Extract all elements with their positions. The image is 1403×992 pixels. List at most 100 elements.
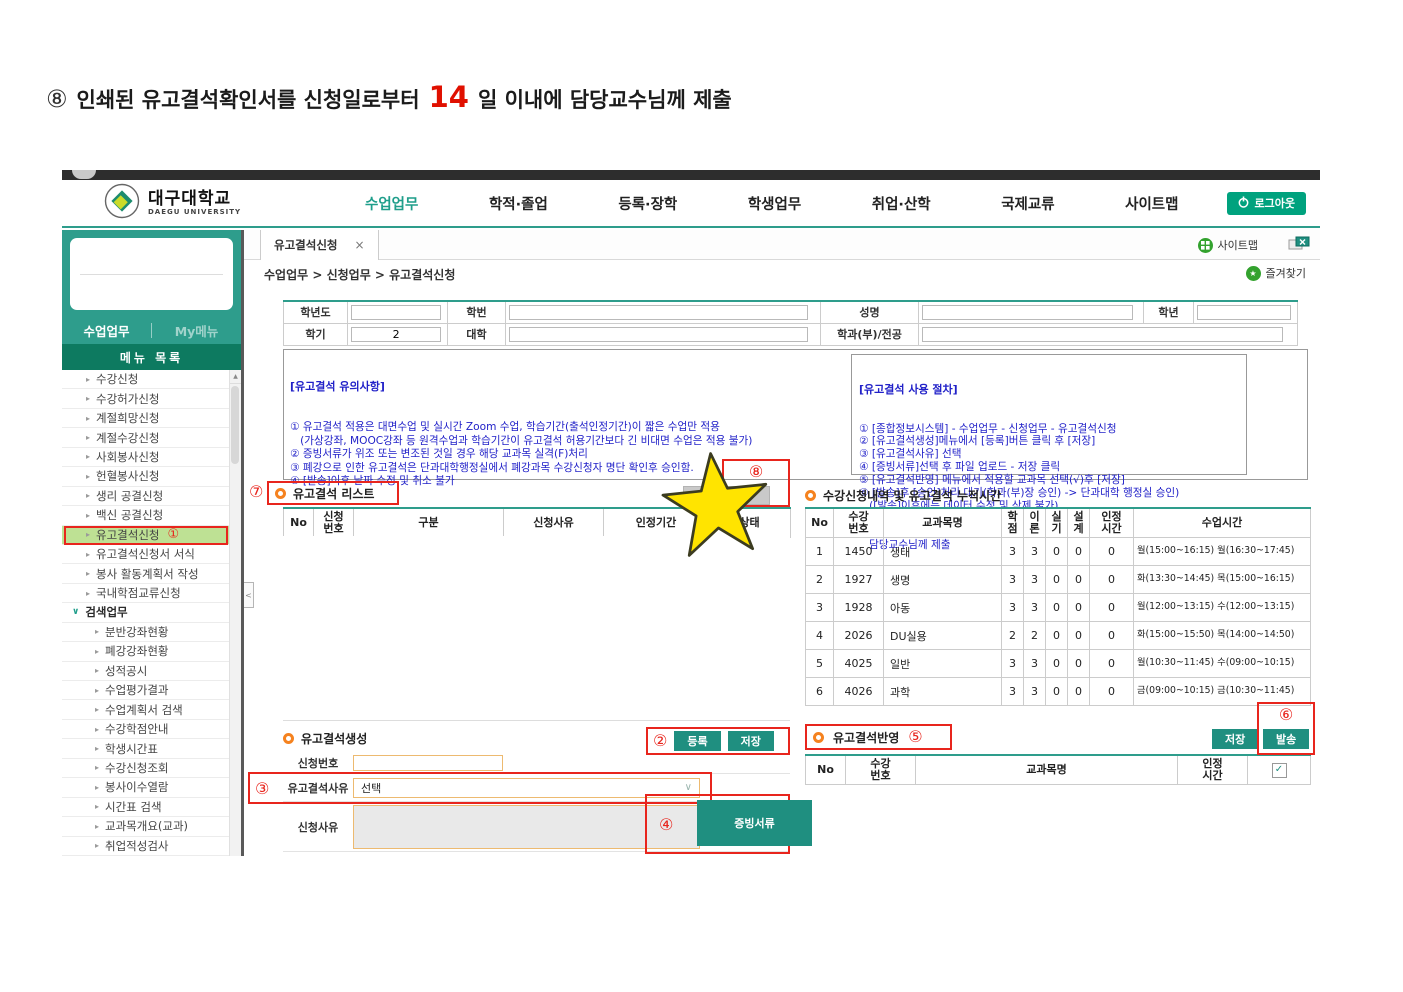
table-cell: 3 [1024,650,1046,678]
notice-panel: [유고결석 유의사항] ① 유고결석 적용은 대면수업 및 실시간 Zoom 수… [283,349,1308,480]
notice-line: ① [종합정보시스템] - 수업업무 - 신청업무 - 유고결석신청 [859,423,1239,436]
annotation-circle-2: ② [653,733,667,749]
sidebar-item[interactable]: ▸국내학점교류신청 [62,584,241,603]
nav-item[interactable]: 등록·장학 [618,193,677,214]
name-input[interactable] [922,305,1133,320]
sitemap-link[interactable]: 사이트맵 [1198,237,1258,253]
sidebar-tab-mymenu[interactable]: My메뉴 [152,321,241,340]
column-header: 학 점 [1002,508,1024,538]
create-save-button[interactable]: 저장 [728,731,774,751]
nav-item[interactable]: 수업업무 [365,193,418,214]
section-bullet-icon [813,732,824,743]
table-cell: 월(12:00~13:15) 수(12:00~13:15) [1134,594,1311,622]
semester-input[interactable] [351,327,441,342]
sidebar-scrollbar[interactable]: ▲ [229,370,241,856]
table-cell: 1927 [834,566,884,594]
table-cell: 0 [1090,622,1134,650]
nav-item[interactable]: 취업·산학 [872,193,931,214]
sidebar-item[interactable]: ▸수강신청조회 [62,759,241,778]
notice-line: ③ [유고결석사유] 선택 [859,448,1239,461]
reason-label: 신청사유 [283,819,353,835]
column-header: 신청 번호 [314,508,354,538]
table-cell: 1450 [834,538,884,566]
instruction-text-after: 일 이내에 담당교수님께 제출 [478,84,732,114]
sidebar-item[interactable]: ▸계절희망신청 [62,409,241,428]
table-cell: 3 [1002,650,1024,678]
profile-card [70,238,233,310]
dept-input[interactable] [922,327,1283,342]
annotation-circle-4: ④ [659,817,673,833]
scrollbar-thumb[interactable] [231,386,239,464]
notice-line: ⑤ [유고결석반영] 메뉴에서 적용할 교과목 선택(√)후 [저장] [859,474,1239,487]
table-cell: 0 [1046,594,1068,622]
student-id-input[interactable] [509,305,808,320]
apply-title-annotation-box: 유고결석반영 ⑤ [805,724,952,750]
request-no-input[interactable] [353,755,503,771]
sidebar-item[interactable]: ▸수강신청 [62,370,241,389]
star-highlight-sticker [656,445,777,566]
sidebar-item-label: 분반강좌현황 [105,624,168,640]
sidebar-item[interactable]: ▸유고결석신청서 서식 [62,545,241,564]
university-logo[interactable]: 대구대학교 DAEGU UNIVERSITY [104,183,299,223]
sidebar-item[interactable]: ▸폐강강좌현황 [62,642,241,661]
nav-item[interactable]: 학적·졸업 [489,193,548,214]
nav-item[interactable]: 사이트맵 [1125,193,1178,214]
apply-save-button[interactable]: 저장 [1212,729,1258,749]
notice-cautions-title: [유고결석 유의사항] [290,380,842,394]
arrow-right-icon: ▸ [95,744,99,753]
sidebar-item[interactable]: ▸수강허가신청 [62,389,241,408]
tab-absence-application[interactable]: 유고결석신청 × [260,230,379,260]
sidebar-item[interactable]: ▸시간표 검색 [62,798,241,817]
sidebar-item[interactable]: ▸봉사 활동계획서 작성 [62,564,241,583]
table-cell: 0 [1068,622,1090,650]
sidebar-item[interactable]: ▸생리 공결신청 [62,487,241,506]
notice-procedure: [유고결석 사용 절차] ① [종합정보시스템] - 수업업무 - 신청업무 -… [851,354,1247,475]
sidebar-item[interactable]: ▸봉사이수열람 [62,778,241,797]
table-cell: 0 [1068,594,1090,622]
tab-close-icon[interactable]: × [354,238,364,252]
window-icon[interactable] [1288,236,1310,255]
sidebar-item[interactable]: ▸백신 공결신청 [62,506,241,525]
sidebar-item[interactable]: ▸학생시간표 [62,739,241,758]
sidebar-item[interactable]: ▸취업적성검사 [62,837,241,856]
sidebar-item[interactable]: ▸성적공시 [62,662,241,681]
register-button[interactable]: 등록 [674,731,720,751]
nav-item[interactable]: 학생업무 [748,193,801,214]
sidebar-item[interactable]: ▸수업계획서 검색 [62,700,241,719]
sidebar-item[interactable]: ▸계절수강신청 [62,428,241,447]
sidebar-item[interactable]: ▸분반강좌현황 [62,623,241,642]
table-cell: 3 [1024,594,1046,622]
create-buttons-annotation-box: ② 등록 저장 [646,727,790,755]
column-header: 이 론 [1024,508,1046,538]
sidebar-item[interactable]: ▸수업평가결과 [62,681,241,700]
college-label: 대학 [448,323,506,345]
college-input[interactable] [509,327,808,342]
arrow-right-icon: ▸ [86,569,90,578]
send-button[interactable]: 발송 [1263,729,1309,749]
sidebar-item[interactable]: ∨검색업무 [62,603,241,622]
logout-button[interactable]: 로그아웃 [1227,192,1306,215]
sidebar-item[interactable]: ▸수강학점안내 [62,720,241,739]
sidebar-collapse-handle[interactable]: < [244,582,254,608]
year-input[interactable] [351,305,441,320]
sidebar-tab-active[interactable]: 수업업무 [62,321,151,340]
notice-line: ① 유고결석 적용은 대면수업 및 실시간 Zoom 수업, 학습기간(출석인정… [290,421,842,435]
arrow-right-icon: ▸ [86,491,90,500]
scroll-up-icon[interactable]: ▲ [230,370,241,384]
favorite-link[interactable]: ★ 즐겨찾기 [1246,265,1306,281]
reason-type-annotation-box: ③ [248,772,712,804]
sidebar-item[interactable]: ▸유고결석신청① [62,526,241,545]
arrow-right-icon: ▸ [86,375,90,384]
sidebar-menu: ▲ ▸수강신청▸수강허가신청▸계절희망신청▸계절수강신청▸사회봉사신청▸헌혈봉사… [62,370,241,856]
sidebar-item-label: 사회봉사신청 [96,449,159,465]
grade-input[interactable] [1197,305,1291,320]
sidebar-item[interactable]: ▸사회봉사신청 [62,448,241,467]
sidebar-item[interactable]: ▸교과목개요(교과) [62,817,241,836]
sidebar-item[interactable]: ▸헌혈봉사신청 [62,467,241,486]
select-all-checkbox[interactable]: ✓ [1272,763,1287,778]
menu-list-header: 메뉴 목록 [62,344,241,370]
sidebar-item-label: 백신 공결신청 [96,507,163,523]
attach-documents-button[interactable]: 증빙서류 [697,800,812,846]
nav-item[interactable]: 국제교류 [1001,193,1054,214]
sidebar: 수업업무 My메뉴 메뉴 목록 ▲ ▸수강신청▸수강허가신청▸계절희망신청▸계절… [62,230,244,856]
